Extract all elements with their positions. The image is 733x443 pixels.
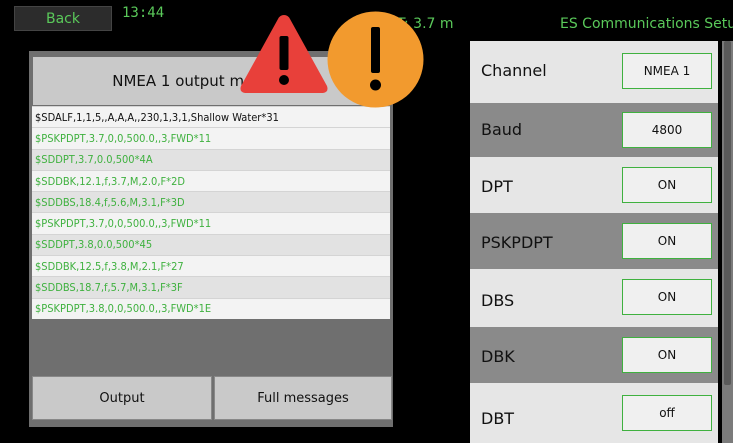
page-title: ES Communications Setup <box>560 16 733 32</box>
message-row: $SDDBS,18.7,f,5.7,M,3.1,F*3F <box>32 276 390 298</box>
channel-button[interactable]: NMEA 1 <box>622 53 712 89</box>
message-row: $SDDPT,3.8,0.0,500*45 <box>32 233 390 256</box>
message-row: $SDALF,1,1,5,,A,A,A,,230,1,3,1,Shallow W… <box>32 106 390 128</box>
message-row: $SDDPT,3.7,0.0,500*4A <box>32 148 390 170</box>
full-messages-button[interactable]: Full messages <box>214 376 392 420</box>
message-row: $SDDBS,18.4,f,5.6,M,3.1,F*3D <box>32 191 390 213</box>
setting-label: DBT <box>481 409 515 428</box>
setting-row-channel: Channel NMEA 1 <box>470 41 718 103</box>
setting-label: Baud <box>481 120 523 139</box>
setting-label: DBK <box>481 347 515 366</box>
setting-label: DPT <box>481 177 513 196</box>
warning-circle-icon <box>327 11 424 108</box>
baud-button[interactable]: 4800 <box>622 112 712 148</box>
setting-label: Channel <box>481 61 547 80</box>
message-row: $PSKPDPT,3.7,0,0,500.0,,3,FWD*11 <box>32 212 390 234</box>
setting-label: DBS <box>481 291 515 310</box>
settings-panel: Channel NMEA 1 Baud 4800 DPT ON PSKPDPT … <box>470 41 718 443</box>
dbt-toggle[interactable]: off <box>622 395 712 431</box>
dpt-toggle[interactable]: ON <box>622 167 712 203</box>
pskpdpt-toggle[interactable]: ON <box>622 223 712 259</box>
setting-row-pskpdpt: PSKPDPT ON <box>470 213 718 269</box>
setting-label: PSKPDPT <box>481 233 553 252</box>
clock: 13:44 <box>122 5 165 21</box>
scrollbar-thumb[interactable] <box>724 41 731 385</box>
dbs-toggle[interactable]: ON <box>622 279 712 315</box>
message-row: $SDDBK,12.5,f,3.8,M,2.1,F*27 <box>32 255 390 277</box>
output-button[interactable]: Output <box>32 376 212 420</box>
warning-triangle-icon <box>240 15 328 93</box>
setting-row-dbt: DBT off <box>470 383 718 443</box>
message-list: $SDALF,1,1,5,,A,A,A,,230,1,3,1,Shallow W… <box>32 106 390 319</box>
message-row: $SDDBK,12.1,f,3.7,M,2.0,F*2D <box>32 169 390 192</box>
dbk-toggle[interactable]: ON <box>622 337 712 373</box>
back-button[interactable]: Back <box>14 6 112 31</box>
message-row: $PSKPDPT,3.7,0,0,500.0,,3,FWD*11 <box>32 127 390 149</box>
setting-row-dpt: DPT ON <box>470 157 718 213</box>
setting-row-dbk: DBK ON <box>470 327 718 383</box>
setting-row-baud: Baud 4800 <box>470 103 718 157</box>
settings-scrollbar[interactable] <box>722 41 733 443</box>
message-row: $PSKPDPT,3.8,0,0,500.0,,3,FWD*1E <box>32 297 390 319</box>
setting-row-dbs: DBS ON <box>470 269 718 327</box>
